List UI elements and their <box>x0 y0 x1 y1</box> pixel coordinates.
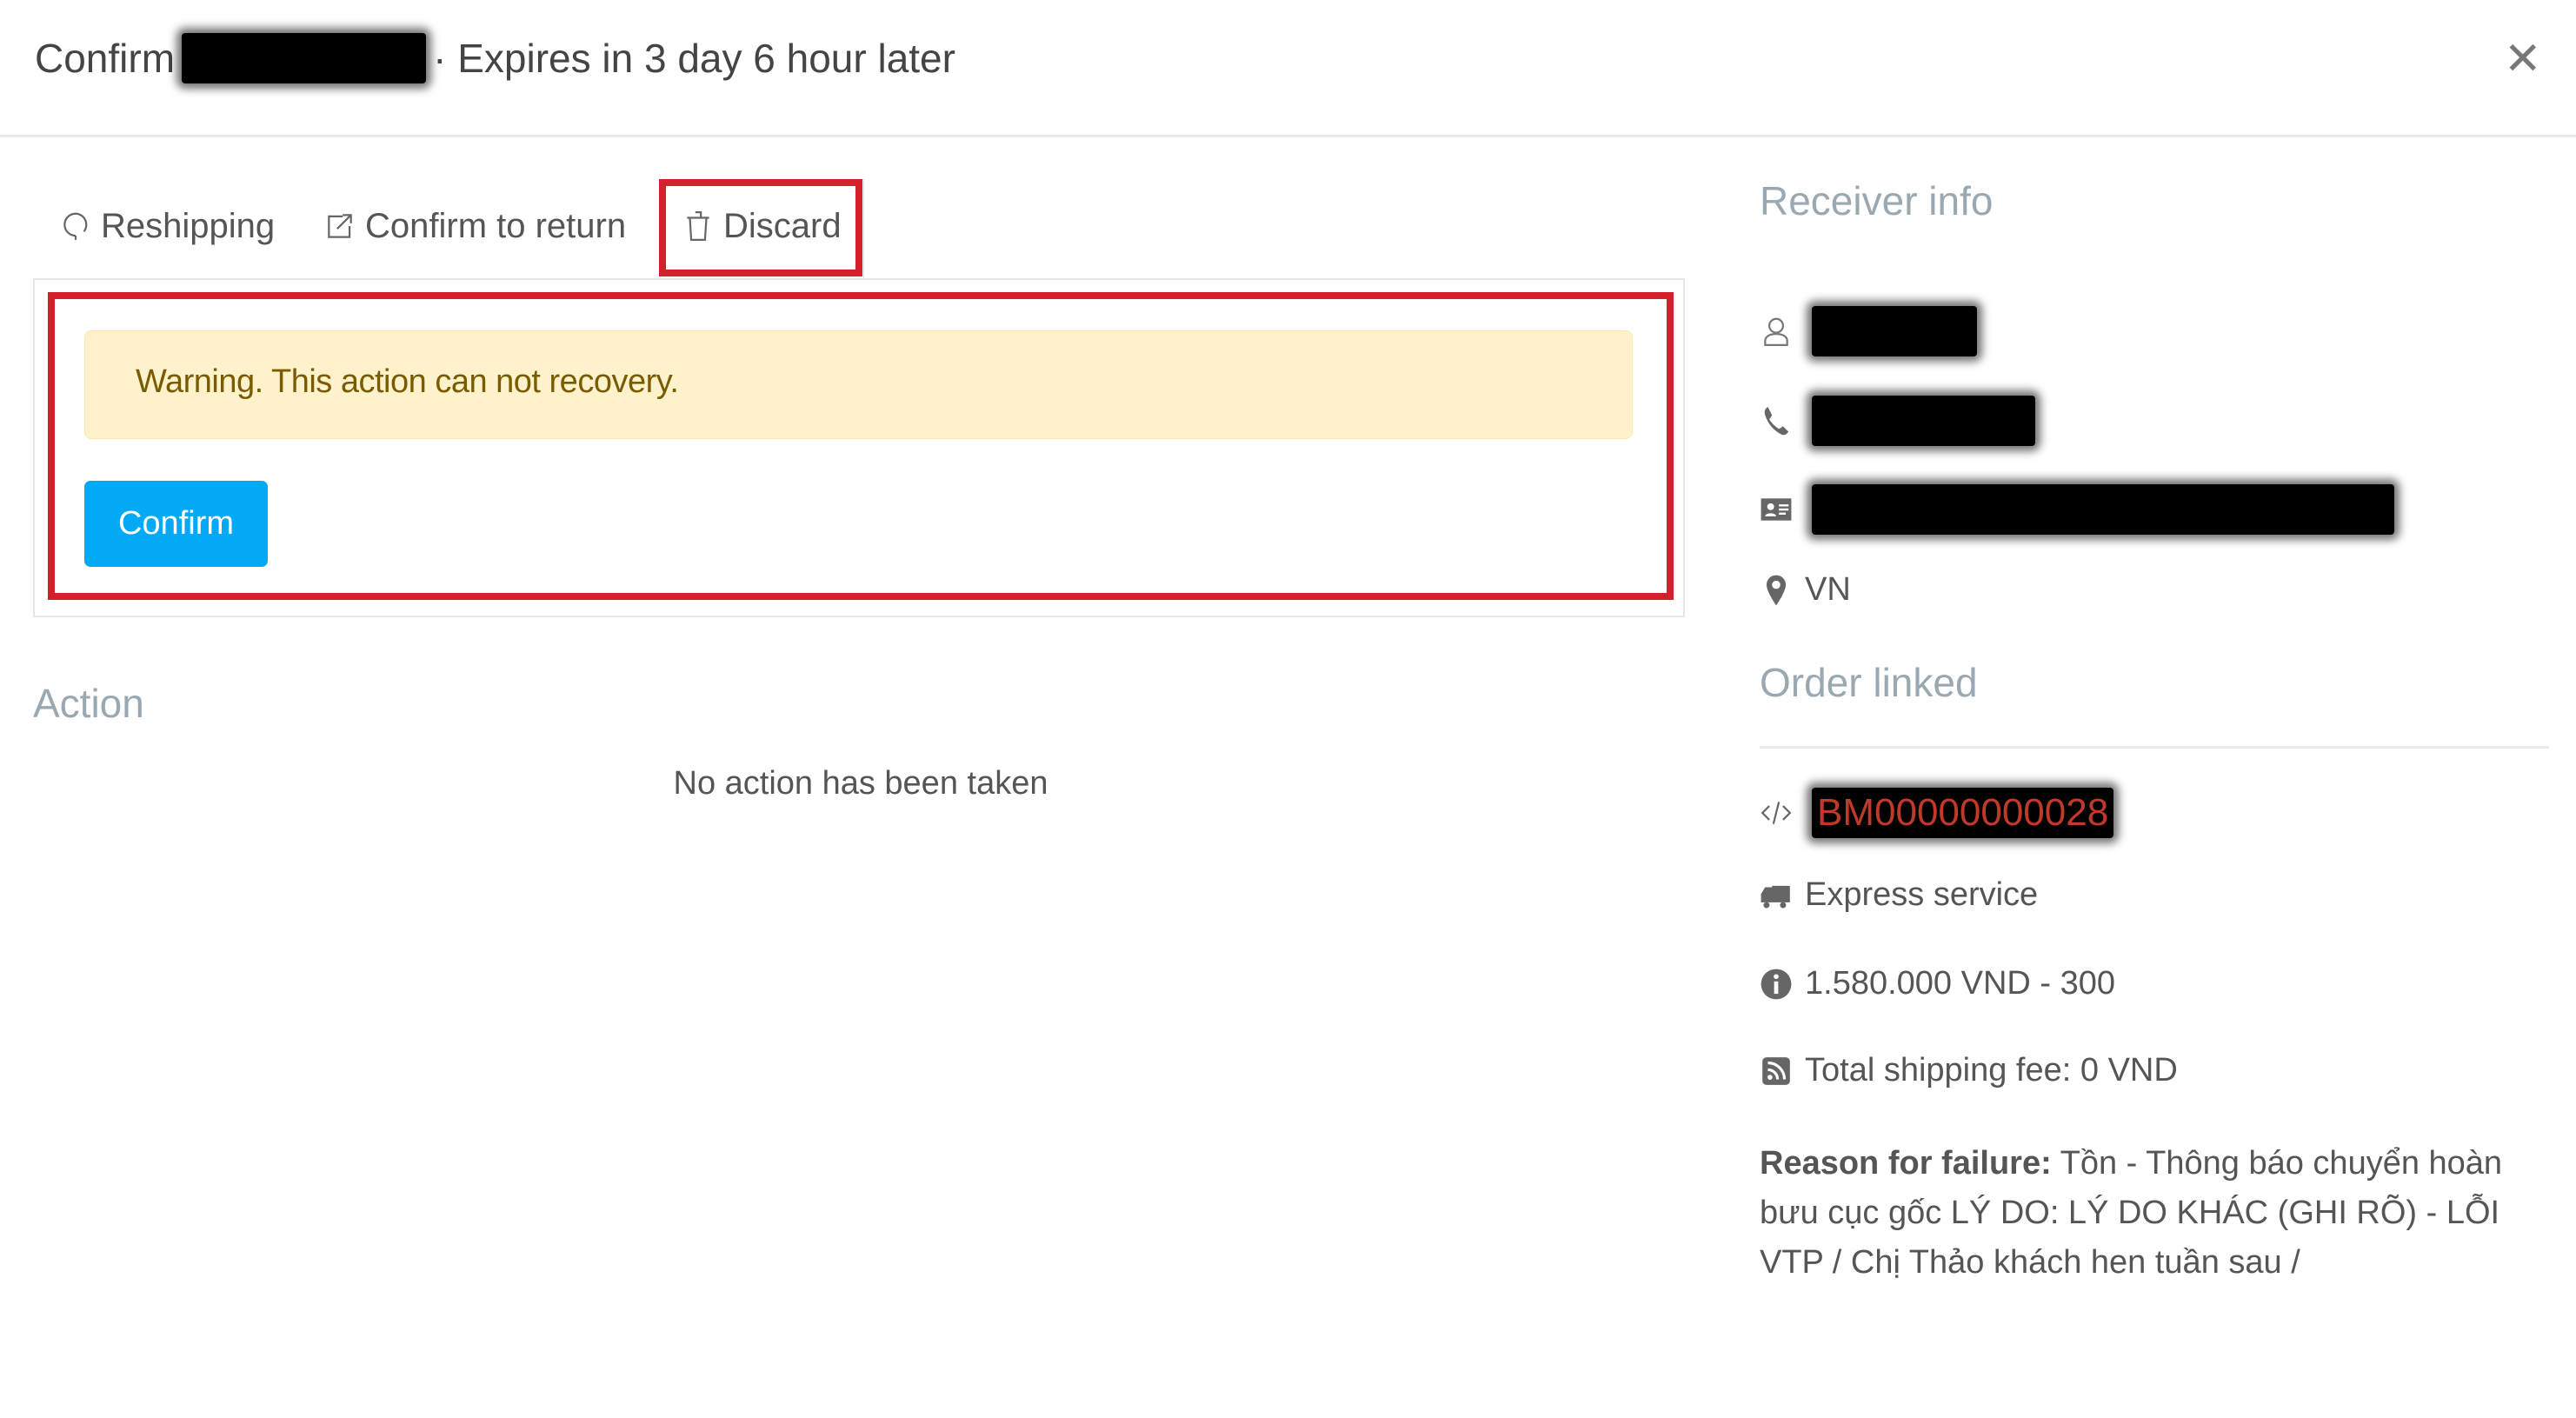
phone-icon <box>1764 407 1789 436</box>
external-link-icon <box>328 214 352 238</box>
refresh-icon <box>63 212 88 240</box>
map-marker-icon <box>1766 575 1787 605</box>
service-text: Express service <box>1805 876 2039 913</box>
tab-confirm-to-return[interactable]: Confirm to return <box>323 202 626 250</box>
confirm-button[interactable]: Confirm <box>84 481 268 567</box>
receiver-address-row: 100000000000000000000000inh, <box>1760 484 2401 535</box>
tab-label: Confirm to return <box>365 207 627 245</box>
receiver-info-heading: Receiver info <box>1760 178 1994 223</box>
rma-code-redacted: RMA0000023 <box>182 33 427 83</box>
receiver-name-row: Chị Thảo <box>1760 306 1984 356</box>
tab-discard[interactable]: Discard <box>682 202 842 250</box>
receiver-name-redacted: Chị Thảo <box>1812 306 1977 356</box>
receiver-phone-redacted: 1800000079 <box>1812 396 2035 446</box>
user-icon <box>1764 317 1788 346</box>
close-button[interactable]: ✕ <box>2504 33 2542 85</box>
shipping-fee-text: Total shipping fee: 0 VND <box>1805 1052 2178 1088</box>
service-row: Express service <box>1760 876 2038 914</box>
amount-row: 1.580.000 VND - 300 <box>1760 965 2115 1002</box>
receiver-phone-row: 1800000079 <box>1760 396 2042 446</box>
warning-text: Warning. This action can not recovery. <box>136 363 679 400</box>
order-code-link[interactable]: BM00000000028 <box>1812 788 2114 838</box>
close-icon: ✕ <box>2504 34 2542 84</box>
order-code-row[interactable]: BM00000000028 <box>1760 788 2120 838</box>
tab-label: Reshipping <box>101 207 276 245</box>
failure-reason: Reason for failure: Tồn - Thông báo chuy… <box>1760 1139 2559 1288</box>
code-icon <box>1761 802 1792 824</box>
order-linked-divider <box>1760 746 2549 749</box>
truck-icon <box>1761 885 1790 909</box>
tab-label: Discard <box>723 207 842 245</box>
address-card-icon <box>1761 498 1792 521</box>
modal-title: Confirm RMA0000023 · Expires in 3 day 6 … <box>35 33 955 83</box>
info-icon <box>1761 969 1792 999</box>
empty-actions-text: No action has been taken <box>673 765 1048 802</box>
order-linked-heading: Order linked <box>1760 660 1978 705</box>
title-expiry: · Expires in 3 day 6 hour later <box>433 36 955 81</box>
action-heading: Action <box>33 681 144 726</box>
receiver-address-redacted: 100000000000000000000000inh, <box>1812 484 2395 535</box>
rss-square-icon <box>1762 1056 1790 1085</box>
title-prefix: Confirm <box>35 36 176 81</box>
amount-text: 1.580.000 VND - 300 <box>1805 965 2116 1002</box>
failure-reason-label: Reason for failure: <box>1760 1145 2052 1182</box>
receiver-country: VN <box>1805 571 1851 608</box>
tab-reshipping[interactable]: Reshipping <box>59 202 275 250</box>
trash-icon <box>687 211 709 241</box>
receiver-country-row: VN <box>1760 571 1851 609</box>
shipping-fee-row: Total shipping fee: 0 VND <box>1760 1052 2178 1089</box>
header-divider <box>0 135 2576 137</box>
